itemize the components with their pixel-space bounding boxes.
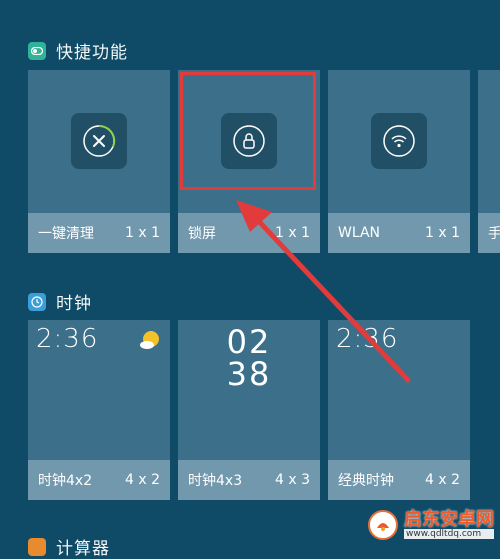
clock-tile-4x2[interactable]: 2:36 时钟4x2 4 x 2: [28, 320, 170, 500]
watermark-logo-icon: [368, 510, 398, 540]
section-title: 快捷功能: [56, 43, 128, 63]
clock-time: 2:36: [36, 324, 99, 354]
shortcut-tile-cleanup[interactable]: 一键清理 1 x 1: [28, 70, 170, 253]
toggle-icon: [28, 41, 46, 60]
tile-size: 1 x 1: [275, 225, 310, 241]
tile-size: 4 x 2: [425, 472, 460, 488]
tile-name: 时钟4x2: [38, 473, 93, 489]
watermark-text: 启东安卓网: [404, 509, 494, 530]
cleanup-icon: [71, 113, 127, 169]
clock-icon: [28, 292, 46, 311]
section-header-clock: 时钟: [28, 289, 92, 314]
tile-name: 手: [488, 226, 500, 242]
clock-hour: 02: [226, 323, 272, 361]
wifi-icon: [371, 113, 427, 169]
tile-name: 锁屏: [188, 226, 216, 242]
clock-minute: 38: [226, 355, 272, 393]
tile-name: 时钟4x3: [188, 473, 243, 489]
section-title: 计算器: [56, 539, 110, 559]
tile-name: WLAN: [338, 225, 381, 241]
section-title: 时钟: [56, 294, 92, 314]
tile-name: 经典时钟: [338, 473, 394, 489]
clock-tile-4x3[interactable]: 02 38 时钟4x3 4 x 3: [178, 320, 320, 500]
tile-size: 4 x 2: [125, 472, 160, 488]
section-header-calculator: 计算器: [28, 534, 110, 559]
watermark: 启东安卓网 www.qdltdq.com: [368, 510, 494, 540]
clock-tile-classic[interactable]: 2:36 经典时钟 4 x 2: [328, 320, 470, 500]
weather-sun-icon: [138, 328, 162, 356]
watermark-url: www.qdltdq.com: [404, 529, 494, 539]
clock-time: 2:36: [336, 324, 399, 354]
shortcut-tile-lock[interactable]: 锁屏 1 x 1: [178, 70, 320, 253]
tile-size: 4 x 3: [275, 472, 310, 488]
tile-name: 一键清理: [38, 226, 94, 242]
calculator-icon: [28, 537, 46, 556]
tile-size: 1 x 1: [425, 225, 460, 241]
shortcut-tile-partial[interactable]: 手: [478, 70, 500, 253]
lock-icon: [221, 113, 277, 169]
section-header-shortcuts: 快捷功能: [28, 38, 128, 63]
tile-size: 1 x 1: [125, 225, 160, 241]
shortcut-tile-wlan[interactable]: WLAN 1 x 1: [328, 70, 470, 253]
